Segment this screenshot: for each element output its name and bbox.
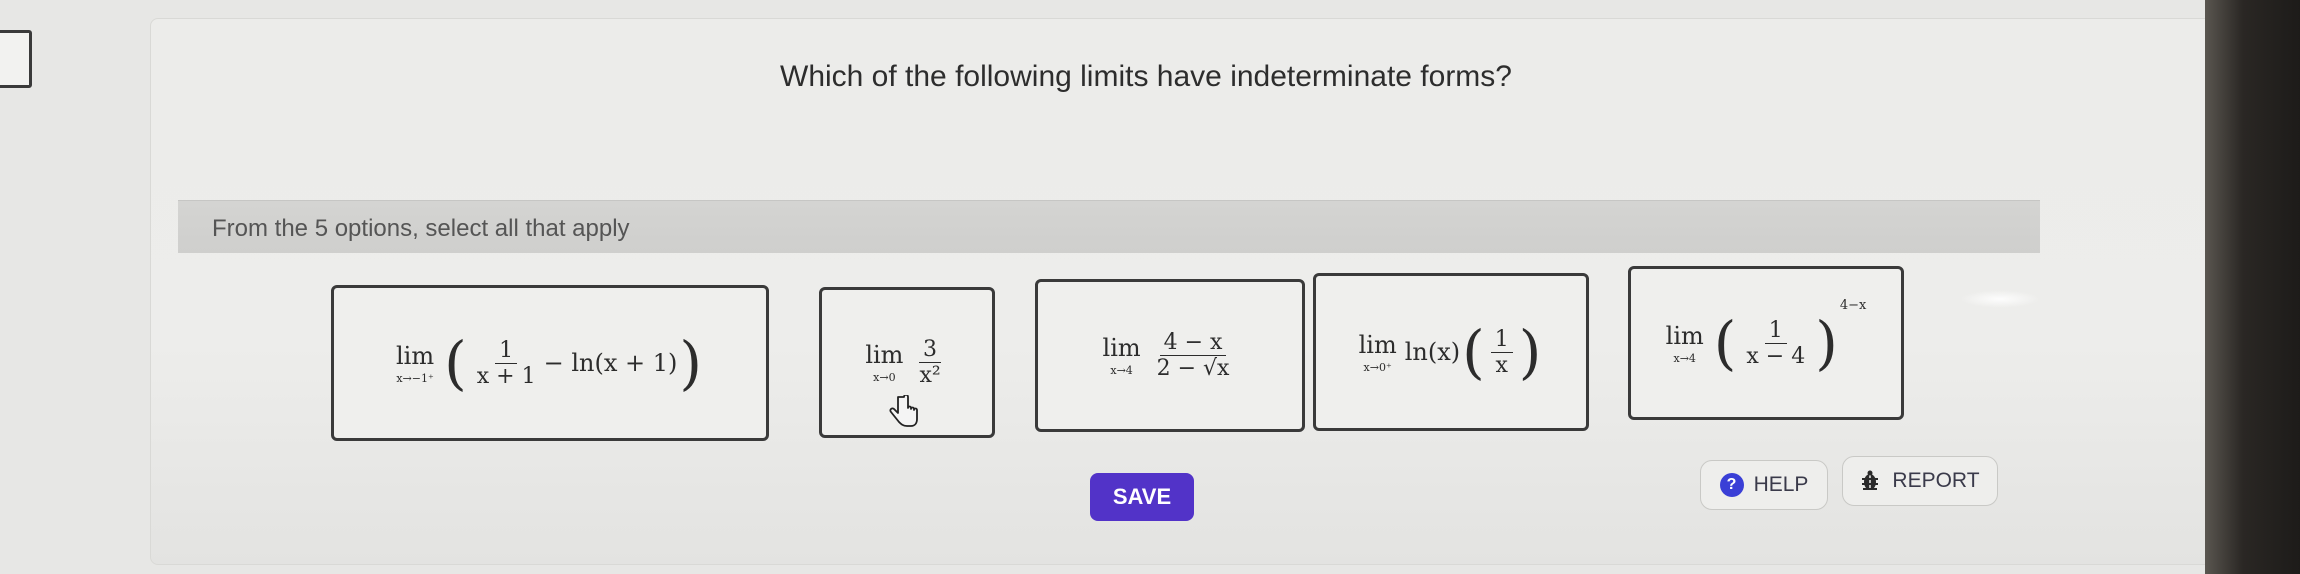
save-button[interactable]: SAVE [1090, 473, 1194, 521]
monitor-bezel [2205, 0, 2300, 574]
lim-subscript: x→−1⁺ [396, 371, 434, 385]
hand-pointer-icon [889, 395, 918, 427]
option-5[interactable]: lim x→4 ( 1 x − 4 ) 4−x [1628, 266, 1904, 420]
denominator: x + 1 [476, 363, 536, 389]
right-paren: ) [679, 329, 702, 397]
math-expression: lim x→−1⁺ ( 1 x + 1 − ln(x + 1) ) [396, 334, 704, 392]
option-3[interactable]: lim x→4 4 − x 2 − √x [1035, 279, 1305, 432]
left-paren: ( [1713, 309, 1737, 377]
math-expression: lim x→4 4 − x 2 − √x [1103, 330, 1238, 381]
help-label: HELP [1753, 473, 1809, 496]
lim-word: lim [1358, 330, 1397, 359]
numerator: 4 − x [1159, 330, 1227, 356]
numerator: 3 [919, 337, 942, 363]
lim-subscript: x→4 [1673, 351, 1696, 365]
screen-glare [1960, 290, 2040, 308]
math-expression: lim x→4 ( 1 x − 4 ) 4−x [1665, 298, 1867, 377]
pre-term: ln(x) [1404, 338, 1461, 366]
question-circle-icon: ? [1719, 473, 1744, 497]
checkbox-corner[interactable] [0, 30, 32, 88]
help-button[interactable]: ? HELP [1700, 460, 1828, 510]
denominator: x − 4 [1746, 343, 1806, 369]
lim-word: lim [396, 341, 435, 370]
numerator: 1 [1490, 327, 1513, 353]
denominator: x [1495, 352, 1508, 378]
numerator: 1 [1764, 318, 1787, 344]
lim-word: lim [1102, 334, 1141, 362]
tail-term: − ln(x + 1) [543, 349, 678, 377]
math-expression: lim x→0 3 x² [865, 337, 948, 388]
options-area: lim x→−1⁺ ( 1 x + 1 − ln(x + 1) ) lim x→… [178, 252, 2040, 472]
left-paren: ( [1462, 318, 1485, 386]
exponent: 4−x [1839, 298, 1867, 313]
option-1[interactable]: lim x→−1⁺ ( 1 x + 1 − ln(x + 1) ) [331, 285, 769, 441]
instruction-bar: From the 5 options, select all that appl… [178, 200, 2040, 253]
report-label: REPORT [1892, 469, 1980, 492]
lim-subscript: x→4 [1110, 364, 1133, 377]
denominator: 2 − √x [1156, 356, 1230, 381]
right-paren: ) [1518, 318, 1542, 386]
denominator: x² [919, 363, 941, 388]
numerator: 1 [495, 338, 518, 364]
option-4[interactable]: lim x→0⁺ ln(x) ( 1 x ) [1313, 273, 1589, 431]
lim-subscript: x→0⁺ [1363, 360, 1392, 374]
left-paren: ( [444, 329, 467, 397]
bug-icon [1862, 470, 1879, 490]
lim-subscript: x→0 [873, 371, 896, 384]
report-button[interactable]: REPORT [1842, 456, 1998, 506]
question-text: Which of the following limits have indet… [780, 60, 1512, 93]
right-paren: ) [1815, 309, 1838, 377]
math-expression: lim x→0⁺ ln(x) ( 1 x ) [1359, 323, 1544, 381]
instruction-text: From the 5 options, select all that appl… [212, 215, 630, 242]
lim-word: lim [1665, 321, 1704, 350]
lim-word: lim [865, 341, 904, 369]
